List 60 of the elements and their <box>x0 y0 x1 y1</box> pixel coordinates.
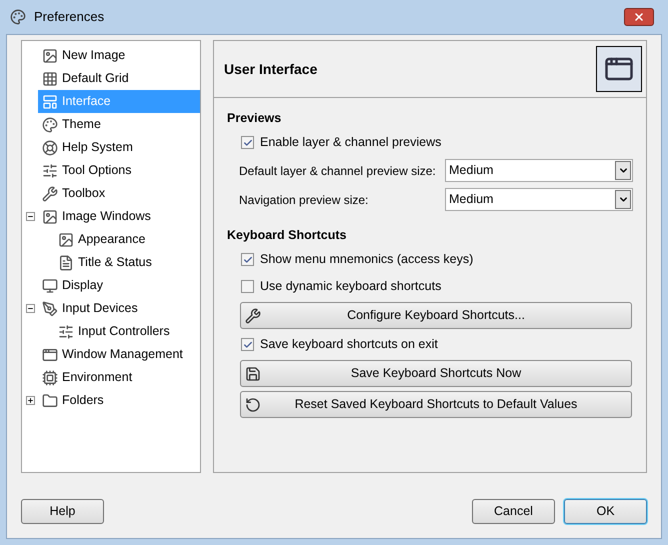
size-dropdown[interactable]: Medium <box>445 188 633 211</box>
app-icon <box>10 9 26 25</box>
dialog-button[interactable]: Cancel <box>472 499 555 524</box>
size-dropdown[interactable]: Medium <box>445 159 633 182</box>
sliders-icon <box>42 162 58 178</box>
tree-item[interactable]: Toolbox <box>38 182 200 205</box>
tree-item[interactable]: Image Windows <box>38 205 200 228</box>
section-heading: Keyboard Shortcuts <box>227 226 348 244</box>
sliders-icon <box>58 324 74 340</box>
folder-icon <box>42 392 58 408</box>
checkbox-label: Save keyboard shortcuts on exit <box>260 336 438 354</box>
tree-item[interactable]: New Image <box>38 44 200 67</box>
checkbox-label: Enable layer & channel previews <box>260 134 442 152</box>
checkbox-label: Use dynamic keyboard shortcuts <box>260 278 442 296</box>
monitor-icon <box>42 278 58 294</box>
document-icon <box>58 254 74 270</box>
checkbox[interactable] <box>241 253 254 266</box>
tree-item[interactable]: Theme <box>38 113 200 136</box>
page-title: User Interface <box>224 60 318 78</box>
shortcut-button[interactable]: Reset Saved Keyboard Shortcuts to Default Values <box>240 391 632 418</box>
shortcut-button[interactable]: Save Keyboard Shortcuts Now <box>240 360 632 387</box>
shortcut-button[interactable]: Configure Keyboard Shortcuts... <box>240 302 632 329</box>
interface-icon <box>596 46 642 92</box>
window-title: Preferences <box>34 8 106 26</box>
checkbox-label: Show menu mnemonics (access keys) <box>260 251 474 268</box>
chip-icon <box>42 370 58 386</box>
checkbox[interactable] <box>241 280 254 293</box>
close-button[interactable] <box>624 8 654 26</box>
picture-icon <box>42 208 58 224</box>
tree-item[interactable]: Appearance <box>54 228 200 251</box>
checkbox[interactable] <box>241 136 254 149</box>
help-button[interactable]: Help <box>21 499 104 524</box>
checkbox[interactable] <box>241 338 254 351</box>
tree-item[interactable]: Title & Status <box>54 251 200 274</box>
field-label: Navigation preview size: <box>239 192 370 208</box>
picture-icon <box>42 48 58 64</box>
lifebuoy-icon <box>42 140 58 156</box>
field-label: Default layer & channel preview size: <box>239 162 437 180</box>
tree-item[interactable]: Display <box>38 274 200 297</box>
pen-icon <box>42 300 58 316</box>
tree-item[interactable]: Help System <box>38 136 200 159</box>
palette-icon <box>42 116 58 132</box>
tree-item[interactable]: Window Management <box>38 343 200 366</box>
expand-icon[interactable] <box>26 396 34 405</box>
tree-item[interactable]: Input Controllers <box>54 320 200 343</box>
grid-icon <box>42 70 58 86</box>
picture-icon <box>58 232 74 248</box>
section-heading: Previews <box>227 110 282 127</box>
collapse-icon[interactable] <box>26 304 34 313</box>
tree-item[interactable]: Default Grid <box>38 67 200 90</box>
tree-item[interactable]: Input Devices <box>38 297 200 320</box>
tree-item[interactable]: Folders <box>38 389 200 412</box>
dialog-button[interactable]: OK <box>564 499 647 524</box>
tools-icon <box>245 308 261 324</box>
close-icon <box>633 11 645 23</box>
collapse-icon[interactable] <box>26 212 34 221</box>
wrench-icon <box>42 186 58 202</box>
tree-item[interactable]: Tool Options <box>38 159 200 182</box>
reset-icon <box>245 396 261 412</box>
tree-item[interactable]: Environment <box>38 366 200 389</box>
